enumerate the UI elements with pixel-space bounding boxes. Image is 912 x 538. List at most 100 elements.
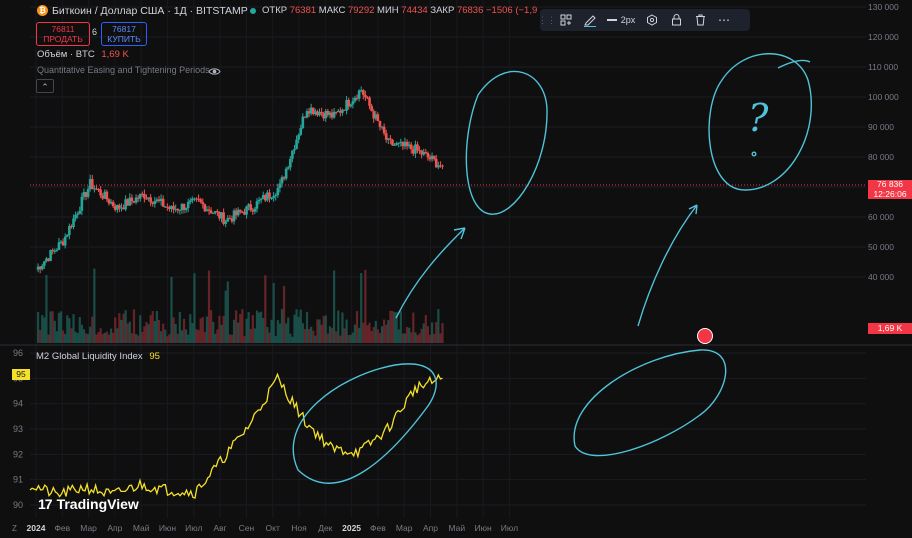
- volume-bar: [301, 323, 304, 343]
- volume-bar: [212, 321, 215, 343]
- volume-bar: [224, 290, 227, 343]
- candle-body: [424, 152, 428, 154]
- volume-bar: [414, 332, 417, 343]
- m2-tick-label: 90: [13, 500, 23, 510]
- candle-body: [357, 90, 361, 99]
- line-width-selector[interactable]: 2px: [602, 9, 640, 31]
- price-tick-label: 80 000: [868, 152, 894, 162]
- volume-bar: [282, 286, 286, 343]
- volume-bar: [166, 336, 169, 343]
- volume-bar: [405, 326, 409, 343]
- volume-bar: [87, 334, 90, 343]
- candle-body: [86, 188, 90, 197]
- volume-bar: [220, 324, 223, 343]
- m2-tick-label: 92: [13, 449, 23, 459]
- price-tick-label: 110 000: [868, 62, 898, 72]
- open-value: 76381: [289, 5, 317, 16]
- symbol-title[interactable]: Биткоин / Доллар США · 1Д · BITSTAMP: [52, 5, 248, 17]
- volume-bar: [316, 319, 319, 343]
- trash-icon[interactable]: [688, 9, 712, 31]
- volume-bar: [320, 324, 323, 343]
- settings-icon[interactable]: [640, 9, 664, 31]
- volume-legend[interactable]: Объём · BTC 1,69 K: [37, 49, 129, 60]
- candle-body: [286, 167, 290, 169]
- volume-bar: [330, 328, 334, 343]
- buy-button[interactable]: 76817 КУПИТЬ: [101, 22, 147, 46]
- volume-bar: [189, 314, 192, 343]
- volume-bar: [130, 333, 133, 343]
- candle-body: [391, 139, 394, 146]
- volume-bar: [203, 332, 206, 343]
- price-tick-label: 120 000: [868, 32, 899, 42]
- candle-body: [143, 193, 146, 199]
- volume-bar: [249, 329, 252, 343]
- volume-bar: [424, 314, 427, 343]
- candle-body: [249, 204, 253, 211]
- volume-bar: [243, 336, 246, 343]
- candle-body: [224, 221, 227, 224]
- volume-bar: [118, 313, 121, 343]
- volume-bar: [372, 327, 375, 343]
- candle-body: [301, 116, 305, 129]
- sell-button[interactable]: 76811 ПРОДАТЬ: [36, 22, 90, 46]
- time-tick-label: Апр: [423, 523, 438, 533]
- template-icon[interactable]: [554, 9, 578, 31]
- volume-bar: [116, 328, 119, 343]
- volume-bar: [228, 334, 231, 343]
- volume-bar: [149, 315, 152, 343]
- candle-body: [320, 111, 323, 114]
- volume-bar: [145, 321, 148, 343]
- chart-canvas[interactable]: 130 000 120 000 110 000 100 000 90 000 80 000…: [0, 0, 912, 538]
- volume-bar: [230, 334, 234, 343]
- volume-bar: [339, 335, 342, 343]
- candle-body: [257, 199, 261, 202]
- event-flag-icon[interactable]: [697, 328, 713, 344]
- volume-bar: [84, 333, 88, 343]
- volume-bar: [39, 329, 42, 343]
- annotation-dot: [751, 151, 757, 157]
- m2-legend[interactable]: M2 Global Liquidity Index 95: [36, 351, 160, 362]
- volume-bar: [153, 321, 156, 343]
- volume-bar: [255, 310, 259, 343]
- volume-bar: [428, 334, 432, 343]
- volume-bar: [399, 311, 402, 343]
- volume-bar: [422, 323, 425, 343]
- candle-body: [378, 120, 382, 127]
- candle-body: [432, 155, 436, 159]
- candle-body: [57, 242, 61, 250]
- volume-bar: [74, 331, 77, 343]
- volume-bar: [345, 319, 348, 343]
- pencil-icon[interactable]: [578, 9, 602, 31]
- volume-bar: [433, 333, 436, 343]
- collapse-legend-button[interactable]: ⌃: [36, 79, 54, 93]
- candle-body: [99, 189, 102, 196]
- eye-icon[interactable]: [208, 64, 221, 82]
- volume-bar: [262, 317, 265, 343]
- volume-bar: [134, 334, 138, 343]
- volume-bar: [68, 318, 71, 343]
- volume-bar: [270, 319, 273, 343]
- volume-bar: [64, 334, 67, 343]
- tradingview-watermark[interactable]: 17 TradingView: [38, 496, 139, 512]
- time-tick-label: 2025: [342, 523, 361, 533]
- indicator-legend[interactable]: Quantitative Easing and Tightening Perio…: [37, 65, 210, 75]
- volume-bar: [285, 323, 288, 343]
- lock-icon[interactable]: [664, 9, 688, 31]
- buy-price: 76817: [112, 24, 136, 34]
- time-tick-label: Мар: [396, 523, 413, 533]
- volume-bar: [347, 335, 350, 343]
- volume-bar: [232, 319, 236, 343]
- more-options-button[interactable]: ⋯: [712, 9, 736, 31]
- volume-bar: [162, 323, 165, 343]
- candle-body: [184, 207, 188, 211]
- volume-bar: [410, 332, 413, 343]
- volume-bar: [207, 270, 211, 343]
- candle-body: [78, 210, 82, 214]
- candle-body: [186, 202, 190, 208]
- volume-bar: [380, 326, 384, 343]
- toolbar-grip[interactable]: ⋮⋮: [538, 9, 556, 31]
- candle-body: [441, 165, 444, 167]
- m2-tick-label: 94: [13, 399, 23, 409]
- price-tick-label: 100 000: [868, 92, 899, 102]
- volume-bar: [289, 333, 292, 343]
